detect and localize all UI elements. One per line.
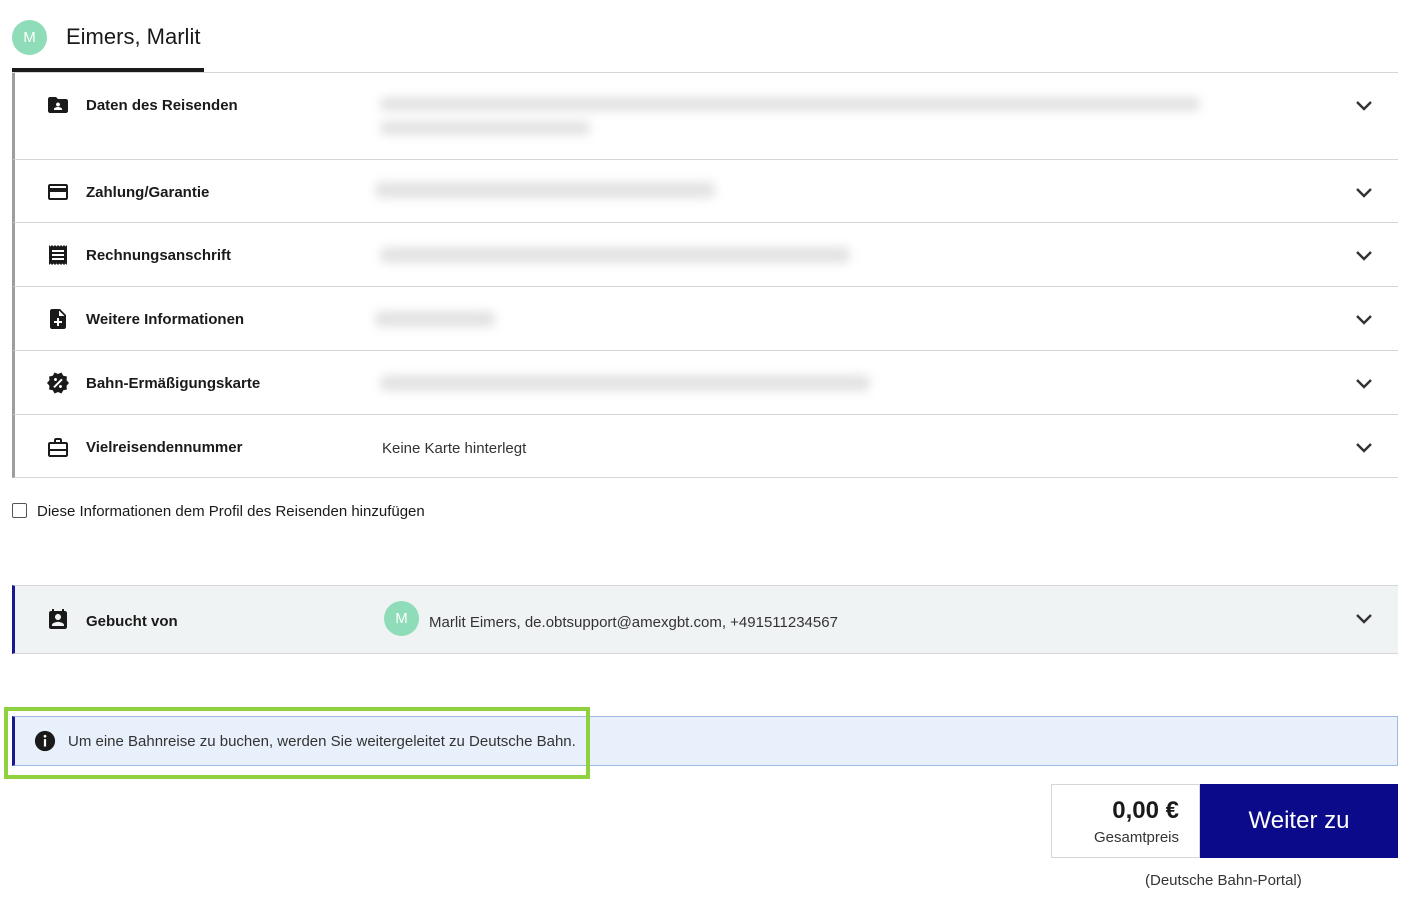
booker-details: Marlit Eimers, de.obtsupport@amexgbt.com… bbox=[429, 614, 838, 631]
chevron-down-icon[interactable] bbox=[1352, 243, 1376, 267]
traveler-tab[interactable]: Eimers, Marlit bbox=[66, 24, 200, 50]
redacted-value bbox=[375, 182, 715, 198]
redacted-value bbox=[380, 121, 590, 135]
booker-avatar: M bbox=[384, 601, 419, 636]
section-label: Weitere Informationen bbox=[86, 311, 245, 328]
calendar-person-icon bbox=[46, 608, 70, 632]
redacted-value bbox=[380, 375, 870, 391]
chevron-down-icon[interactable] bbox=[1352, 606, 1376, 630]
section-label: Zahlung/Garantie bbox=[86, 184, 210, 201]
discount-badge-icon bbox=[46, 371, 70, 395]
save-to-profile-checkbox[interactable] bbox=[12, 503, 27, 518]
traveler-avatar: M bbox=[12, 20, 47, 55]
section-billing-address[interactable]: Rechnungsanschrift bbox=[12, 223, 1398, 287]
portal-note: (Deutsche Bahn-Portal) bbox=[1145, 872, 1302, 889]
section-rail-discount-card[interactable]: Bahn-Ermäßigungskarte bbox=[12, 351, 1398, 415]
section-booked-by[interactable]: Gebucht von M Marlit Eimers, de.obtsuppo… bbox=[12, 585, 1398, 654]
chevron-down-icon[interactable] bbox=[1352, 93, 1376, 117]
continue-button[interactable]: Weiter zu bbox=[1200, 784, 1398, 858]
briefcase-icon bbox=[46, 435, 70, 459]
redacted-value bbox=[375, 311, 495, 327]
chevron-down-icon[interactable] bbox=[1352, 180, 1376, 204]
section-label: Daten des Reisenden bbox=[86, 97, 238, 114]
section-value: Keine Karte hinterlegt bbox=[382, 440, 527, 457]
booked-by-label: Gebucht von bbox=[86, 613, 178, 630]
info-icon bbox=[34, 730, 56, 752]
redacted-value bbox=[380, 247, 850, 263]
chevron-down-icon[interactable] bbox=[1352, 435, 1376, 459]
receipt-icon bbox=[46, 243, 70, 267]
total-price-amount: 0,00 € bbox=[1112, 797, 1179, 824]
person-folder-icon bbox=[46, 93, 70, 117]
total-price-caption: Gesamtpreis bbox=[1093, 829, 1179, 846]
chevron-down-icon[interactable] bbox=[1352, 371, 1376, 395]
total-price-box: 0,00 € Gesamtpreis bbox=[1051, 784, 1200, 858]
section-frequent-traveler-number[interactable]: Vielreisendennummer Keine Karte hinterle… bbox=[12, 415, 1398, 478]
section-additional-info[interactable]: Weitere Informationen bbox=[12, 287, 1398, 351]
note-add-icon bbox=[46, 307, 70, 331]
chevron-down-icon[interactable] bbox=[1352, 307, 1376, 331]
section-label: Rechnungsanschrift bbox=[86, 247, 232, 264]
save-to-profile-label[interactable]: Diese Informationen dem Profil des Reise… bbox=[37, 503, 425, 520]
section-payment[interactable]: Zahlung/Garantie bbox=[12, 160, 1398, 223]
section-label: Vielreisendennummer bbox=[86, 439, 243, 456]
redirect-info-banner: Um eine Bahnreise zu buchen, werden Sie … bbox=[12, 716, 1398, 766]
redacted-value bbox=[380, 97, 1200, 111]
info-banner-text: Um eine Bahnreise zu buchen, werden Sie … bbox=[68, 733, 576, 750]
section-label: Bahn-Ermäßigungskarte bbox=[86, 375, 261, 392]
section-traveler-data[interactable]: Daten des Reisenden bbox=[12, 73, 1398, 160]
credit-card-icon bbox=[46, 180, 70, 204]
